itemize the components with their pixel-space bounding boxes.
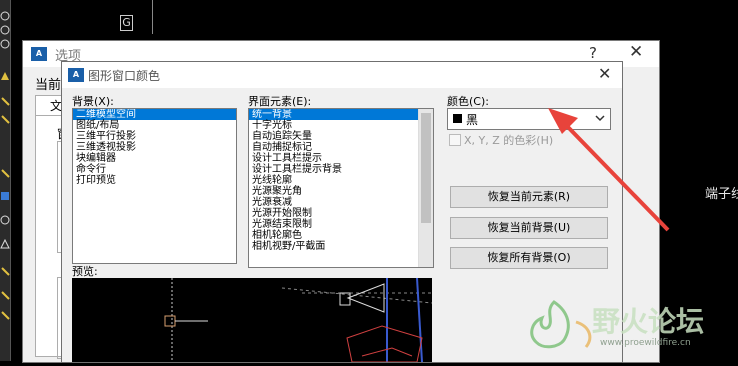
list-item[interactable]: 设计工具栏提示背景 [249,164,433,175]
list-item[interactable]: 光源结束限制 [249,219,433,230]
interface-element-label: 界面元素(E): [248,95,312,108]
list-item[interactable]: 相机视野/平截面 [249,241,433,252]
restore-all-contexts-button[interactable]: 恢复所有背景(O) [450,247,608,269]
xyz-tint-checkbox[interactable] [449,134,461,146]
color-dialog-title: 图形窗口颜色 [88,69,161,83]
chevron-down-icon [594,112,606,127]
tool-icon[interactable] [0,66,10,80]
interface-element-listbox[interactable]: 统一背景 十字光标 自动追踪矢量 自动捕捉标记 设计工具栏提示 设计工具栏提示背景 光线轮廓… [248,108,434,268]
list-item[interactable]: 统一背景 [249,109,433,120]
restore-current-context-button[interactable]: 恢复当前背景(U) [450,217,608,239]
listbox-scrollbar[interactable] [418,109,433,267]
watermark-logo: 野火论坛 www.proewildfire.cn [514,292,736,362]
context-label: 背景(X): [72,95,114,108]
list-item[interactable]: 命令行 [73,164,236,175]
preview-area [72,277,433,363]
watermark-url: www.proewildfire.cn [600,338,691,348]
cad-left-toolbar [0,0,11,361]
current-file-label: 当前 [35,78,62,93]
drawing-text: 端子线 [705,187,738,202]
g-marker: G [120,15,133,31]
color-label: 颜色(C): [447,95,489,108]
list-item[interactable]: 三维平行投影 [73,131,236,142]
tool-icon[interactable] [0,286,10,300]
list-item[interactable]: 光源聚光角 [249,186,433,197]
tool-icon[interactable] [0,186,10,200]
preview-graphic [164,277,433,363]
tool-icon[interactable] [0,164,10,178]
restore-current-element-button[interactable]: 恢复当前元素(R) [450,186,608,208]
watermark-text: 野火论坛 [592,305,705,338]
tool-icon[interactable] [0,110,10,124]
context-listbox[interactable]: 二维模型空间 图纸/布局 三维平行投影 三维透视投影 块编辑器 命令行 打印预览 [72,108,237,264]
tool-icon[interactable] [0,34,10,49]
color-select[interactable]: 黑 [447,108,611,130]
color-dialog-titlebar[interactable]: A 图形窗口颜色 ✕ [62,62,622,88]
list-item[interactable]: 自动追踪矢量 [249,131,433,142]
list-item[interactable]: 相机轮廓色 [249,230,433,241]
list-item[interactable]: 二维模型空间 [73,109,236,120]
list-item[interactable]: 设计工具栏提示 [249,153,433,164]
close-icon[interactable]: ✕ [598,64,611,83]
tool-icon[interactable] [0,92,10,106]
tool-icon[interactable] [0,306,10,320]
xyz-tint-label: X, Y, Z 的色彩(H) [464,134,554,147]
help-icon[interactable]: ? [589,44,597,62]
cad-line [152,0,153,34]
list-item[interactable]: 光源衰减 [249,197,433,208]
preview-label: 预览: [72,265,98,278]
list-item[interactable]: 图纸/布局 [73,120,236,131]
tool-icon[interactable] [0,234,10,249]
list-item[interactable]: 自动捕捉标记 [249,142,433,153]
list-item[interactable]: 光线轮廓 [249,175,433,186]
color-select-value: 黑 [466,113,479,127]
list-item[interactable]: 光源开始限制 [249,208,433,219]
list-item[interactable]: 块编辑器 [73,153,236,164]
list-item[interactable]: 三维透视投影 [73,142,236,153]
close-icon[interactable]: ✕ [629,42,643,62]
tool-icon[interactable] [0,210,10,225]
tool-icon[interactable] [0,20,10,35]
autocad-logo-icon: A [31,47,47,61]
list-item[interactable]: 十字光标 [249,120,433,131]
tool-icon[interactable] [0,6,10,21]
tool-icon[interactable] [0,262,10,276]
scrollbar-thumb[interactable] [421,113,431,223]
list-item[interactable]: 打印预览 [73,175,236,186]
color-swatch [453,114,462,123]
autocad-logo-icon: A [68,68,84,82]
